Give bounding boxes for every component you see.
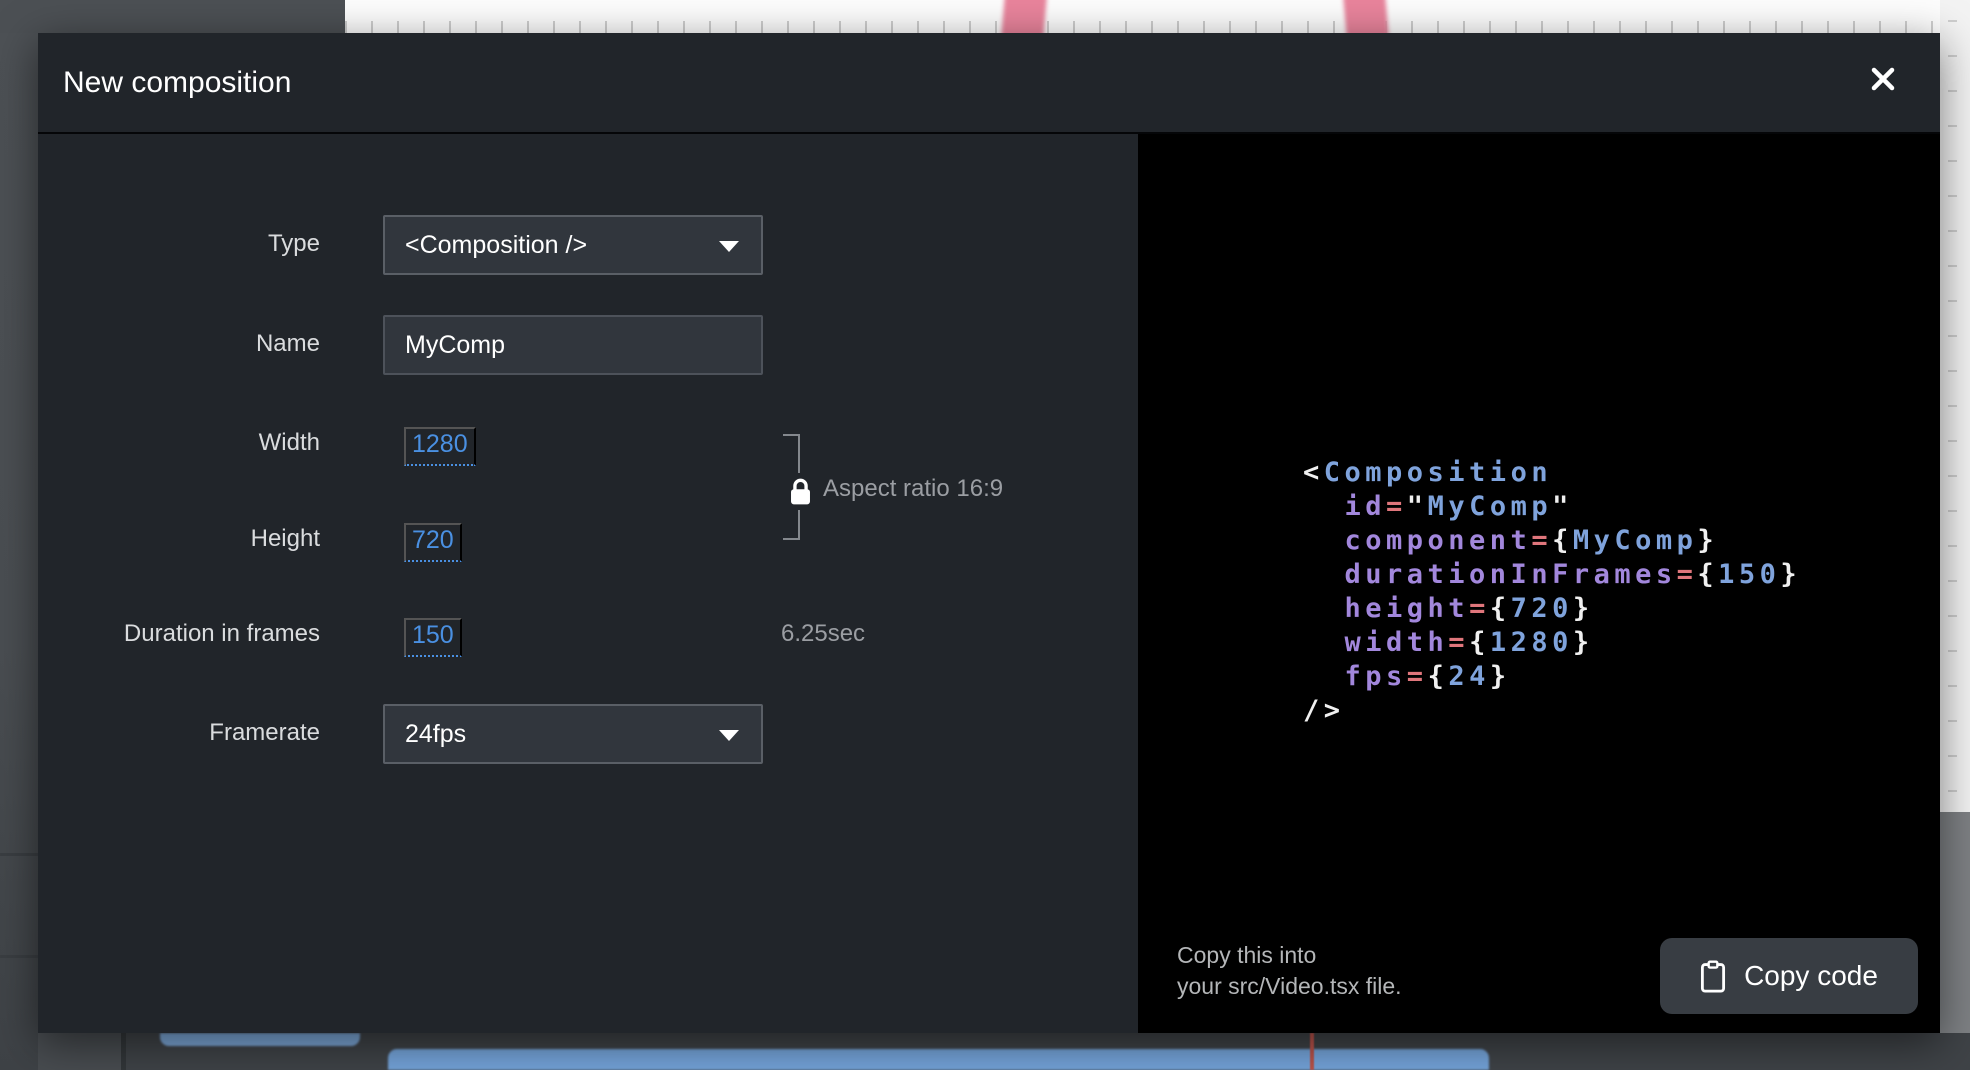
timeline-divider bbox=[121, 1033, 126, 1070]
close-button[interactable] bbox=[1861, 57, 1905, 101]
code-line: id="MyComp" bbox=[1303, 490, 1801, 524]
code-line: <Composition bbox=[1303, 456, 1801, 490]
copy-hint-line2: your src/Video.tsx file. bbox=[1177, 971, 1402, 1002]
duration-value-link[interactable]: 150 bbox=[404, 618, 462, 657]
aspect-ratio-label: Aspect ratio 16:9 bbox=[823, 475, 1003, 503]
new-composition-dialog: New composition Type <Composition /> Nam… bbox=[38, 33, 1940, 1033]
background-left-panel bbox=[0, 0, 38, 1070]
width-label: Width bbox=[38, 428, 320, 458]
duration-seconds: 6.25sec bbox=[781, 620, 865, 648]
preview-graphic-left-leg bbox=[1001, 0, 1047, 33]
preview-right-edge bbox=[1940, 0, 1970, 812]
ruler-ticks-vertical bbox=[1948, 20, 1957, 832]
height-value-link[interactable]: 720 bbox=[404, 523, 462, 562]
chevron-down-icon bbox=[719, 730, 739, 741]
type-dropdown[interactable]: <Composition /> bbox=[383, 215, 763, 275]
name-input[interactable] bbox=[383, 315, 763, 375]
framerate-label: Framerate bbox=[38, 718, 320, 748]
code-line: width={1280} bbox=[1303, 626, 1801, 660]
lock-icon bbox=[788, 473, 813, 510]
copy-code-label: Copy code bbox=[1744, 960, 1878, 992]
copy-code-button[interactable]: Copy code bbox=[1660, 938, 1918, 1014]
preview-ruler bbox=[345, 0, 1970, 33]
background-divider bbox=[0, 955, 38, 958]
copy-hint-line1: Copy this into bbox=[1177, 940, 1402, 971]
type-dropdown-value: <Composition /> bbox=[405, 217, 587, 273]
dialog-header: New composition bbox=[38, 33, 1940, 132]
code-line: /> bbox=[1303, 694, 1801, 728]
ruler-ticks bbox=[345, 21, 1970, 33]
code-preview-panel: <Composition id="MyComp" component={MyCo… bbox=[1138, 134, 1940, 1033]
height-label: Height bbox=[38, 524, 320, 554]
duration-label: Duration in frames bbox=[38, 619, 320, 649]
chevron-down-icon bbox=[719, 241, 739, 252]
code-line: height={720} bbox=[1303, 592, 1801, 626]
width-value-link[interactable]: 1280 bbox=[404, 427, 476, 466]
framerate-dropdown-value: 24fps bbox=[405, 706, 466, 762]
screen: New composition Type <Composition /> Nam… bbox=[0, 0, 1970, 1070]
code-line: component={MyComp} bbox=[1303, 524, 1801, 558]
clipboard-icon bbox=[1700, 960, 1726, 993]
timeline-playhead bbox=[1310, 1033, 1314, 1070]
timeline-track-header bbox=[38, 1033, 121, 1070]
preview-graphic-right-leg bbox=[1343, 0, 1389, 33]
type-label: Type bbox=[38, 229, 320, 259]
background-toolbar bbox=[0, 0, 345, 33]
code-line: fps={24} bbox=[1303, 660, 1801, 694]
copy-hint: Copy this into your src/Video.tsx file. bbox=[1177, 940, 1402, 1002]
dialog-title: New composition bbox=[63, 33, 291, 132]
background-right-panel bbox=[1940, 812, 1970, 1070]
framerate-dropdown[interactable]: 24fps bbox=[383, 704, 763, 764]
code-block: <Composition id="MyComp" component={MyCo… bbox=[1303, 456, 1801, 728]
close-icon bbox=[1868, 64, 1898, 94]
name-label: Name bbox=[38, 329, 320, 359]
background-divider bbox=[0, 853, 38, 856]
code-line: durationInFrames={150} bbox=[1303, 558, 1801, 592]
timeline-clip-large bbox=[388, 1049, 1489, 1070]
timeline-clip-small bbox=[160, 1033, 360, 1046]
